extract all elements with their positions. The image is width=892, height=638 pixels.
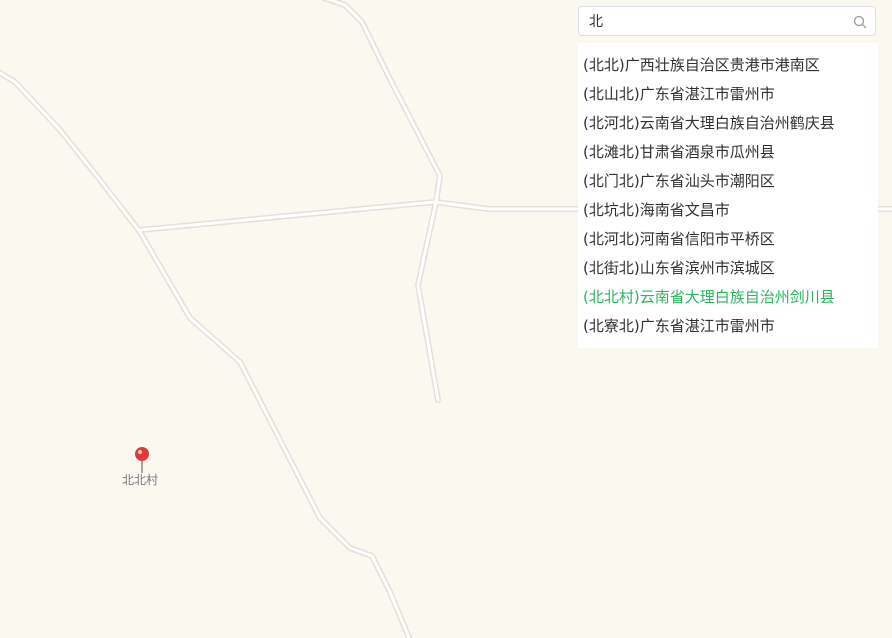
marker-label: 北北村	[121, 473, 158, 487]
result-item-selected[interactable]: (北北村)云南省大理白族自治州剑川县	[578, 283, 878, 312]
road-north-vertical	[320, 0, 443, 403]
search-box	[578, 6, 876, 36]
result-item[interactable]: (北门北)广东省汕头市潮阳区	[578, 167, 878, 196]
road-west-diagonal-fill	[0, 71, 411, 638]
result-item[interactable]: (北北)广西壮族自治区贵港市港南区	[578, 51, 878, 80]
result-item[interactable]: (北滩北)甘肃省酒泉市瓜州县	[578, 138, 878, 167]
map-pin-icon[interactable]	[132, 446, 152, 474]
result-item[interactable]: (北街北)山东省滨州市滨城区	[578, 254, 878, 283]
search-results-list: (北北)广西壮族自治区贵港市港南区 (北山北)广东省湛江市雷州市 (北河北)云南…	[578, 43, 878, 348]
result-item[interactable]: (北河北)河南省信阳市平桥区	[578, 225, 878, 254]
result-item[interactable]: (北寮北)广东省湛江市雷州市	[578, 312, 878, 341]
result-item[interactable]: (北河北)云南省大理白族自治州鹤庆县	[578, 109, 878, 138]
result-item[interactable]: (北山北)广东省湛江市雷州市	[578, 80, 878, 109]
road-west-diagonal	[0, 69, 413, 638]
search-icon[interactable]	[853, 14, 867, 29]
search-input[interactable]	[579, 7, 843, 35]
result-item[interactable]: (北坑北)海南省文昌市	[578, 196, 878, 225]
